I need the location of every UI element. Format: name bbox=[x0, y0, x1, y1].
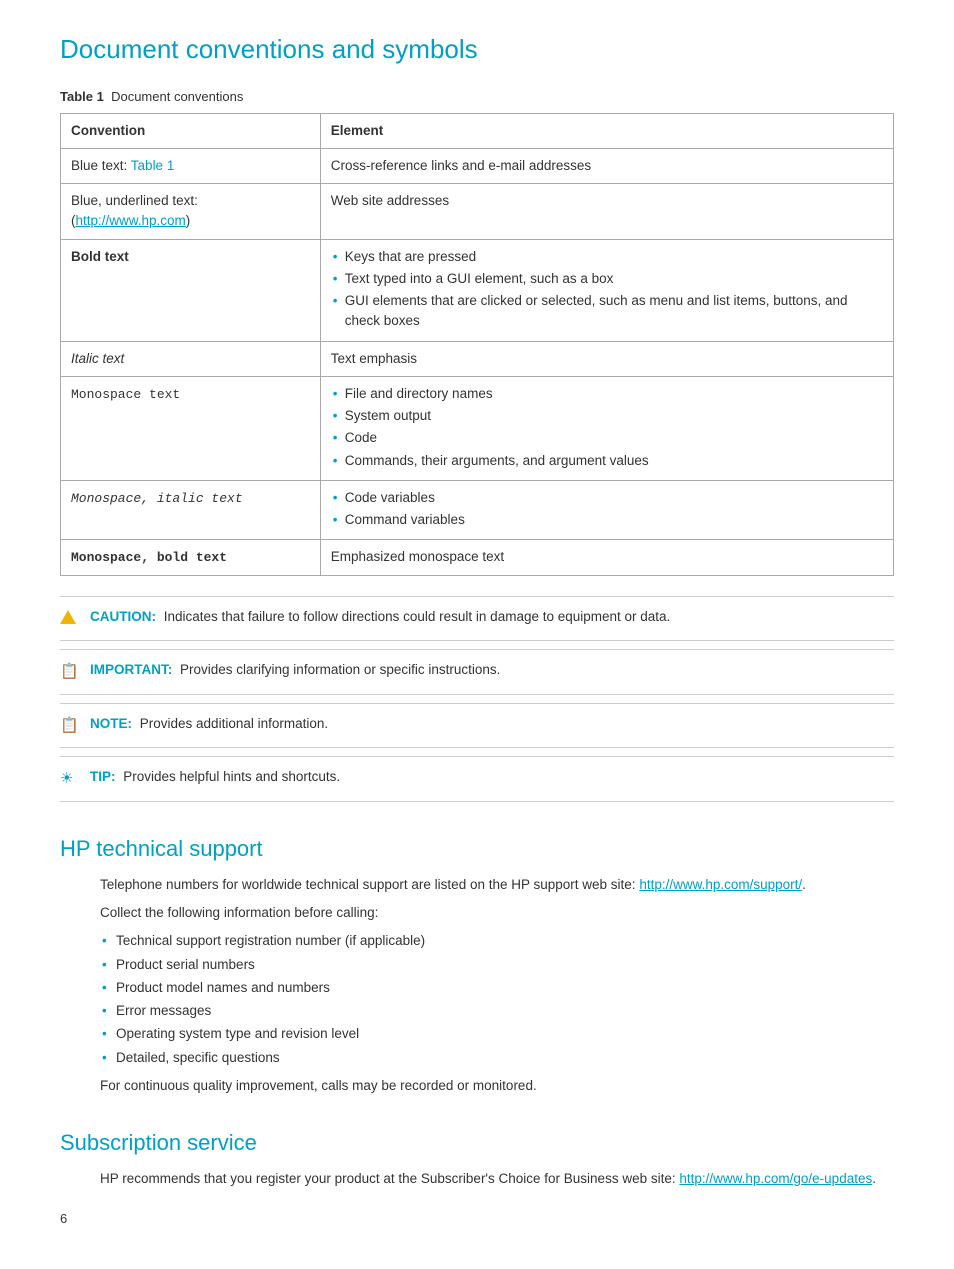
subscription-title: Subscription service bbox=[60, 1126, 894, 1159]
important-block: 📋 IMPORTANT: Provides clarifying informa… bbox=[60, 649, 894, 695]
convention-cell: Monospace, italic text bbox=[61, 480, 321, 540]
element-cell: Code variables Command variables bbox=[320, 480, 893, 540]
page-number: 6 bbox=[60, 1209, 894, 1229]
hp-support-footer: For continuous quality improvement, call… bbox=[100, 1076, 894, 1096]
tip-description: Provides helpful hints and shortcuts. bbox=[123, 769, 340, 784]
caution-description: Indicates that failure to follow directi… bbox=[164, 609, 671, 624]
element-cell: Keys that are pressed Text typed into a … bbox=[320, 239, 893, 341]
subscription-body: HP recommends that you register your pro… bbox=[60, 1169, 894, 1189]
list-item: Detailed, specific questions bbox=[100, 1048, 894, 1068]
subscription-intro: HP recommends that you register your pro… bbox=[100, 1171, 679, 1186]
italic-text-label: Italic text bbox=[71, 351, 124, 366]
list-item: Error messages bbox=[100, 1001, 894, 1021]
table-caption-text: Document conventions bbox=[111, 89, 243, 104]
note-label: NOTE: bbox=[90, 716, 132, 731]
tip-icon: ☀ bbox=[60, 768, 82, 791]
table-row: Blue, underlined text: (http://www.hp.co… bbox=[61, 184, 894, 240]
caution-label: CAUTION: bbox=[90, 609, 156, 624]
convention-cell: Monospace, bold text bbox=[61, 540, 321, 576]
element-cell: Cross-reference links and e-mail address… bbox=[320, 148, 893, 183]
col-header-convention: Convention bbox=[61, 113, 321, 148]
caution-triangle-icon bbox=[60, 610, 76, 624]
table-row: Blue text: Table 1 Cross-reference links… bbox=[61, 148, 894, 183]
list-item: Command variables bbox=[331, 510, 883, 530]
table-row: Monospace, bold text Emphasized monospac… bbox=[61, 540, 894, 576]
hp-url-link[interactable]: http://www.hp.com bbox=[76, 213, 186, 228]
convention-cell: Italic text bbox=[61, 341, 321, 376]
list-item: Product serial numbers bbox=[100, 955, 894, 975]
monospace-italic-label: Monospace, italic text bbox=[71, 491, 243, 506]
table-caption-prefix: Table 1 bbox=[60, 89, 104, 104]
hp-support-list: Technical support registration number (i… bbox=[100, 931, 894, 1068]
note-block: 📋 NOTE: Provides additional information. bbox=[60, 703, 894, 749]
hp-support-collect-text: Collect the following information before… bbox=[100, 903, 894, 923]
list-item: System output bbox=[331, 406, 883, 426]
list-item: Keys that are pressed bbox=[331, 247, 883, 267]
element-cell: Web site addresses bbox=[320, 184, 893, 240]
page-title: Document conventions and symbols bbox=[60, 30, 894, 69]
list-item: Code bbox=[331, 428, 883, 448]
hp-support-title: HP technical support bbox=[60, 832, 894, 865]
hp-support-link[interactable]: http://www.hp.com/support/ bbox=[639, 877, 802, 892]
important-label: IMPORTANT: bbox=[90, 662, 172, 677]
element-cell: File and directory names System output C… bbox=[320, 376, 893, 480]
tip-block: ☀ TIP: Provides helpful hints and shortc… bbox=[60, 756, 894, 802]
list-item: GUI elements that are clicked or selecte… bbox=[331, 291, 883, 332]
hp-support-intro: Telephone numbers for worldwide technica… bbox=[100, 875, 894, 895]
element-cell: Emphasized monospace text bbox=[320, 540, 893, 576]
table-row: Italic text Text emphasis bbox=[61, 341, 894, 376]
important-text: IMPORTANT: Provides clarifying informati… bbox=[90, 660, 500, 680]
note-text: NOTE: Provides additional information. bbox=[90, 714, 328, 734]
list-item: Product model names and numbers bbox=[100, 978, 894, 998]
monospace-text-label: Monospace text bbox=[71, 387, 180, 402]
element-cell: Text emphasis bbox=[320, 341, 893, 376]
subscription-link[interactable]: http://www.hp.com/go/e-updates bbox=[679, 1171, 872, 1186]
list-item: Text typed into a GUI element, such as a… bbox=[331, 269, 883, 289]
table1-link[interactable]: Table 1 bbox=[131, 158, 175, 173]
caution-text: CAUTION: Indicates that failure to follo… bbox=[90, 607, 670, 627]
conventions-table: Convention Element Blue text: Table 1 Cr… bbox=[60, 113, 894, 576]
monospace-bold-label: Monospace, bold text bbox=[71, 550, 227, 565]
tip-label: TIP: bbox=[90, 769, 116, 784]
convention-cell: Blue, underlined text: (http://www.hp.co… bbox=[61, 184, 321, 240]
caution-block: CAUTION: Indicates that failure to follo… bbox=[60, 596, 894, 642]
list-item: Code variables bbox=[331, 488, 883, 508]
subscription-text: HP recommends that you register your pro… bbox=[100, 1169, 894, 1189]
important-icon: 📋 bbox=[60, 661, 82, 684]
list-item: Commands, their arguments, and argument … bbox=[331, 451, 883, 471]
note-description: Provides additional information. bbox=[140, 716, 328, 731]
tip-text: TIP: Provides helpful hints and shortcut… bbox=[90, 767, 340, 787]
list-item: Operating system type and revision level bbox=[100, 1024, 894, 1044]
hp-support-body: Telephone numbers for worldwide technica… bbox=[60, 875, 894, 1096]
important-description: Provides clarifying information or speci… bbox=[180, 662, 500, 677]
list-item: Technical support registration number (i… bbox=[100, 931, 894, 951]
table-row: Monospace, italic text Code variables Co… bbox=[61, 480, 894, 540]
convention-cell: Bold text bbox=[61, 239, 321, 341]
bold-text-label: Bold text bbox=[71, 249, 129, 264]
col-header-element: Element bbox=[320, 113, 893, 148]
hp-support-intro-text: Telephone numbers for worldwide technica… bbox=[100, 877, 639, 892]
convention-cell: Blue text: Table 1 bbox=[61, 148, 321, 183]
table-row: Monospace text File and directory names … bbox=[61, 376, 894, 480]
caution-icon bbox=[60, 608, 82, 631]
note-icon: 📋 bbox=[60, 715, 82, 738]
convention-cell: Monospace text bbox=[61, 376, 321, 480]
table-row: Bold text Keys that are pressed Text typ… bbox=[61, 239, 894, 341]
table-caption: Table 1 Document conventions bbox=[60, 87, 894, 107]
list-item: File and directory names bbox=[331, 384, 883, 404]
